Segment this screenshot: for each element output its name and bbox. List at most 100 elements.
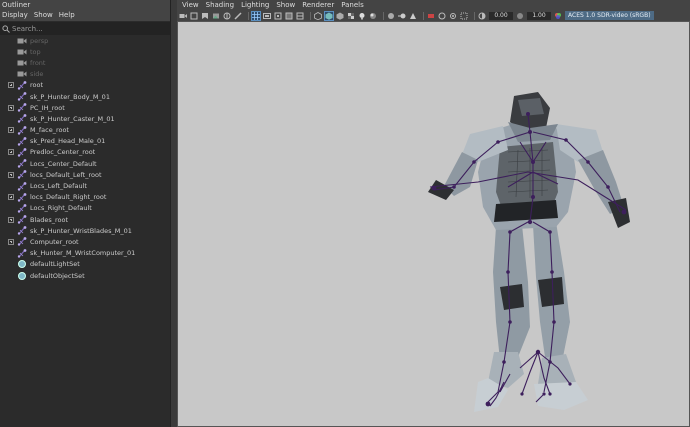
outliner-item[interactable]: sk_P_Hunter_WristBlades_M_01: [0, 225, 170, 236]
viewport-3d[interactable]: [177, 21, 690, 427]
outliner-item-label: Computer_root: [30, 237, 79, 246]
outliner-item[interactable]: Computer_root: [0, 236, 170, 247]
outliner-menubar: Display Show Help: [0, 10, 170, 21]
smooth-shade-icon[interactable]: [324, 10, 334, 21]
joint-icon: [17, 92, 27, 101]
exposure-field[interactable]: 0.00: [489, 11, 513, 20]
outliner-item[interactable]: M_face_root: [0, 125, 170, 136]
joint-icon: [17, 181, 27, 191]
expand-toggle-icon[interactable]: [8, 104, 14, 111]
joint-icon: [17, 204, 27, 213]
outliner-item[interactable]: Locs_Left_Default: [0, 180, 170, 191]
set-icon: [17, 271, 27, 280]
menu-view[interactable]: View: [182, 0, 199, 10]
xray-icon[interactable]: [438, 12, 446, 20]
joint-icon: [17, 159, 27, 168]
expand-toggle-icon[interactable]: [8, 171, 14, 178]
outliner-item[interactable]: sk_P_Hunter_Caster_M_01: [0, 113, 170, 124]
grease-pencil-icon[interactable]: [234, 11, 242, 20]
bookmark-icon[interactable]: [201, 12, 209, 20]
camera-icon: [17, 58, 27, 67]
outliner-item[interactable]: front: [0, 57, 170, 68]
default-material-icon[interactable]: [336, 12, 344, 20]
outliner-item[interactable]: Locs_Right_Default: [0, 203, 170, 214]
color-space-label[interactable]: ACES 1.0 SDR-video (sRGB): [565, 11, 654, 20]
outliner-item[interactable]: PC_IH_root: [0, 102, 170, 113]
lights-icon[interactable]: [358, 12, 366, 20]
color-management-icon[interactable]: [554, 12, 562, 20]
screen-space-ao-icon[interactable]: [387, 12, 395, 20]
expand-toggle-icon[interactable]: [8, 82, 14, 89]
expand-toggle-icon[interactable]: [8, 149, 14, 156]
exposure-icon[interactable]: [478, 12, 486, 20]
outliner-item-label: M_face_root: [30, 126, 69, 135]
outliner-item[interactable]: sk_P_Hunter_Body_M_01: [0, 91, 170, 102]
motion-blur-icon[interactable]: [398, 12, 406, 20]
resolution-gate-icon[interactable]: [274, 12, 282, 20]
menu-help[interactable]: Help: [59, 10, 75, 21]
backface-culling-icon[interactable]: [460, 12, 468, 20]
outliner-item[interactable]: sk_Hunter_M_WristComputer_01: [0, 248, 170, 259]
grid-icon[interactable]: [251, 10, 261, 21]
outliner-item-label: defaultLightSet: [30, 260, 80, 269]
menu-show-viewport[interactable]: Show: [276, 0, 295, 10]
field-chart-icon[interactable]: [296, 12, 304, 20]
toolbar-divider: [383, 11, 384, 20]
camera-icon: [17, 47, 27, 56]
anti-aliasing-icon[interactable]: [409, 12, 417, 20]
outliner-item-label: sk_Pred_Head_Male_01: [30, 137, 106, 146]
outliner-item[interactable]: Locs_Center_Default: [0, 158, 170, 169]
outliner-title: Outliner: [0, 0, 170, 10]
outliner-item-label: sk_P_Hunter_WristBlades_M_01: [30, 226, 132, 235]
panel-splitter[interactable]: [170, 0, 177, 427]
expand-toggle-icon[interactable]: [8, 216, 14, 223]
camera-icon: [17, 36, 27, 45]
xray-joints-icon[interactable]: [449, 12, 457, 20]
wireframe-icon[interactable]: [314, 11, 322, 20]
outliner-item[interactable]: defaultObjectSet: [0, 270, 170, 281]
outliner-item[interactable]: Blades_root: [0, 214, 170, 225]
menu-lighting[interactable]: Lighting: [241, 0, 269, 10]
expand-toggle-icon[interactable]: [8, 194, 14, 201]
textured-icon[interactable]: [347, 12, 355, 20]
outliner-item[interactable]: side: [0, 69, 170, 80]
expand-toggle-icon[interactable]: [8, 238, 14, 245]
outliner-item-label: PC_IH_root: [30, 103, 65, 112]
menu-panels[interactable]: Panels: [341, 0, 364, 10]
toolbar-divider: [423, 11, 424, 20]
joint-icon: [17, 103, 27, 112]
outliner-item[interactable]: locs_Default_Left_root: [0, 169, 170, 180]
outliner-item[interactable]: sk_Pred_Head_Male_01: [0, 136, 170, 147]
gamma-field[interactable]: 1.00: [527, 11, 551, 20]
outliner-item-label: Predloc_Center_root: [30, 148, 96, 157]
outliner-item[interactable]: persp: [0, 35, 170, 46]
gate-mask-icon[interactable]: [285, 12, 293, 20]
camera-attributes-icon[interactable]: [190, 12, 198, 20]
shadows-icon[interactable]: [369, 12, 377, 20]
search-input[interactable]: [12, 24, 152, 33]
outliner-item-label: sk_Hunter_M_WristComputer_01: [30, 249, 136, 258]
menu-display[interactable]: Display: [2, 10, 28, 21]
menu-shading[interactable]: Shading: [206, 0, 234, 10]
maya-window: Outliner Display Show Help persp top front…: [0, 0, 690, 427]
select-camera-icon[interactable]: [179, 12, 187, 20]
outliner-item[interactable]: root: [0, 80, 170, 91]
outliner-item[interactable]: defaultLightSet: [0, 259, 170, 270]
expand-toggle-icon[interactable]: [8, 127, 14, 134]
outliner-item-label: Locs_Right_Default: [30, 204, 92, 213]
outliner-item-label: locs_Default_Left_root: [30, 170, 102, 179]
menu-renderer[interactable]: Renderer: [302, 0, 334, 10]
outliner-item[interactable]: Predloc_Center_root: [0, 147, 170, 158]
viewport-canvas: [428, 92, 630, 412]
image-plane-icon[interactable]: [212, 12, 220, 20]
film-gate-icon[interactable]: [263, 12, 271, 20]
menu-show[interactable]: Show: [34, 10, 53, 21]
outliner-item-label: side: [30, 70, 44, 79]
outliner-item[interactable]: top: [0, 46, 170, 57]
two-d-pan-zoom-icon[interactable]: [223, 12, 231, 20]
joint-icon: [17, 114, 27, 124]
outliner-item[interactable]: locs_Default_Right_root: [0, 192, 170, 203]
isolate-select-icon[interactable]: [427, 12, 435, 20]
outliner-item-label: Locs_Left_Default: [30, 182, 87, 191]
gamma-icon[interactable]: [516, 12, 524, 20]
